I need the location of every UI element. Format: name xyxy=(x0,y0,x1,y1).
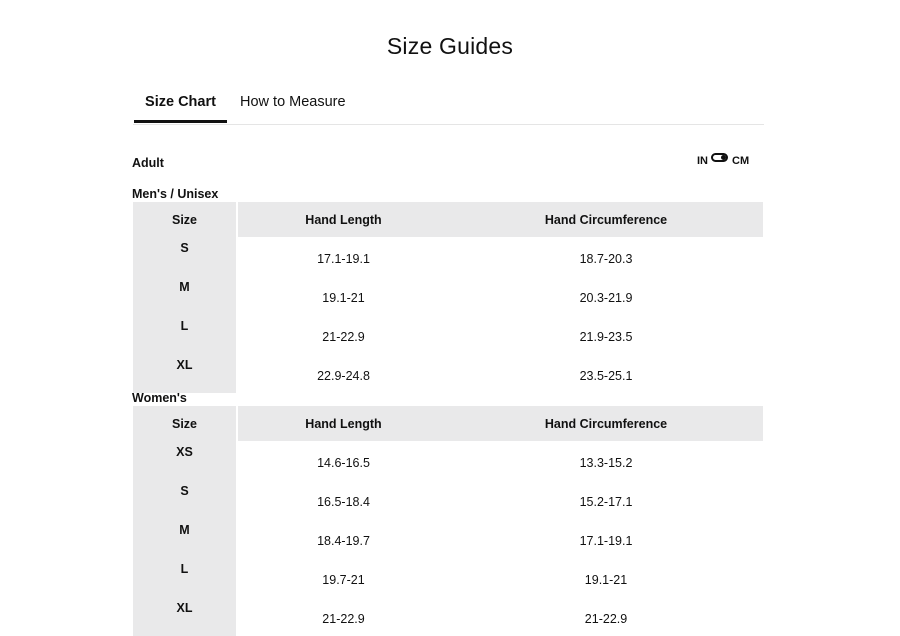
table-row: S 17.1-19.1 18.7-20.3 xyxy=(133,237,763,276)
table-row: XL 21-22.9 21-22.9 xyxy=(133,597,763,636)
size-cell: XL xyxy=(133,354,238,393)
page-title: Size Guides xyxy=(386,33,514,59)
size-cell: S xyxy=(133,237,238,276)
unit-toggle[interactable]: IN CM xyxy=(697,152,749,170)
womens-section-label: Women's xyxy=(132,391,187,405)
hand-length-cell: 14.6-16.5 xyxy=(317,455,370,470)
table-row: XL 22.9-24.8 23.5-25.1 xyxy=(133,354,763,393)
column-header-hand-circumference: Hand Circumference xyxy=(449,202,763,237)
hand-circumference-cell: 15.2-17.1 xyxy=(579,494,633,509)
size-cell: M xyxy=(133,519,238,558)
table-header-row: Size Hand Length Hand Circumference xyxy=(133,202,763,237)
toggle-knob xyxy=(721,154,726,160)
column-header-size: Size xyxy=(133,406,238,441)
size-cell: XL xyxy=(133,597,238,636)
hand-circumference-cell: 13.3-15.2 xyxy=(579,455,633,470)
table-row: S 16.5-18.4 15.2-17.1 xyxy=(133,480,763,519)
table-row: L 21-22.9 21.9-23.5 xyxy=(133,315,763,354)
column-header-hand-length: Hand Length xyxy=(237,406,449,441)
unit-cm-label: CM xyxy=(732,155,750,167)
hand-length-cell: 18.4-19.7 xyxy=(317,533,370,548)
column-header-hand-length: Hand Length xyxy=(237,202,449,237)
hand-circumference-cell: 19.1-21 xyxy=(584,572,628,587)
hand-circumference-cell: 21.9-23.5 xyxy=(579,329,633,344)
hand-length-cell: 21-22.9 xyxy=(322,611,365,626)
size-cell: L xyxy=(133,315,238,354)
column-header-size: Size xyxy=(133,202,238,237)
hand-circumference-cell: 17.1-19.1 xyxy=(579,533,633,548)
tab-bar: Size Chart How to Measure xyxy=(133,89,764,125)
tab-size-chart[interactable]: Size Chart xyxy=(134,89,227,123)
size-cell: M xyxy=(133,276,238,315)
size-cell: L xyxy=(133,558,238,597)
hand-circumference-cell: 18.7-20.3 xyxy=(579,251,633,266)
mens-section-label: Men's / Unisex xyxy=(132,187,219,201)
unit-in-label: IN xyxy=(697,155,708,167)
category-label: Adult xyxy=(132,156,164,170)
hand-circumference-cell: 23.5-25.1 xyxy=(579,368,633,383)
hand-length-cell: 21-22.9 xyxy=(322,329,365,344)
hand-circumference-cell: 20.3-21.9 xyxy=(579,290,633,305)
size-cell: S xyxy=(133,480,238,519)
mens-size-table: Size Hand Length Hand Circumference S 17… xyxy=(133,202,764,393)
womens-size-table: Size Hand Length Hand Circumference XS 1… xyxy=(133,406,764,636)
table-row: XS 14.6-16.5 13.3-15.2 xyxy=(133,441,763,480)
hand-length-cell: 19.1-21 xyxy=(322,290,365,305)
table-row: L 19.7-21 19.1-21 xyxy=(133,558,763,597)
column-header-hand-circumference: Hand Circumference xyxy=(449,406,763,441)
table-row: M 18.4-19.7 17.1-19.1 xyxy=(133,519,763,558)
hand-length-cell: 16.5-18.4 xyxy=(317,494,370,509)
hand-length-cell: 17.1-19.1 xyxy=(317,251,370,266)
toggle-switch-icon[interactable] xyxy=(711,152,728,162)
table-header-row: Size Hand Length Hand Circumference xyxy=(133,406,763,441)
size-cell: XS xyxy=(133,441,238,480)
hand-length-cell: 22.9-24.8 xyxy=(317,368,370,383)
hand-circumference-cell: 21-22.9 xyxy=(584,611,628,626)
table-row: M 19.1-21 20.3-21.9 xyxy=(133,276,763,315)
tab-how-to-measure[interactable]: How to Measure xyxy=(240,89,350,120)
hand-length-cell: 19.7-21 xyxy=(322,572,365,587)
